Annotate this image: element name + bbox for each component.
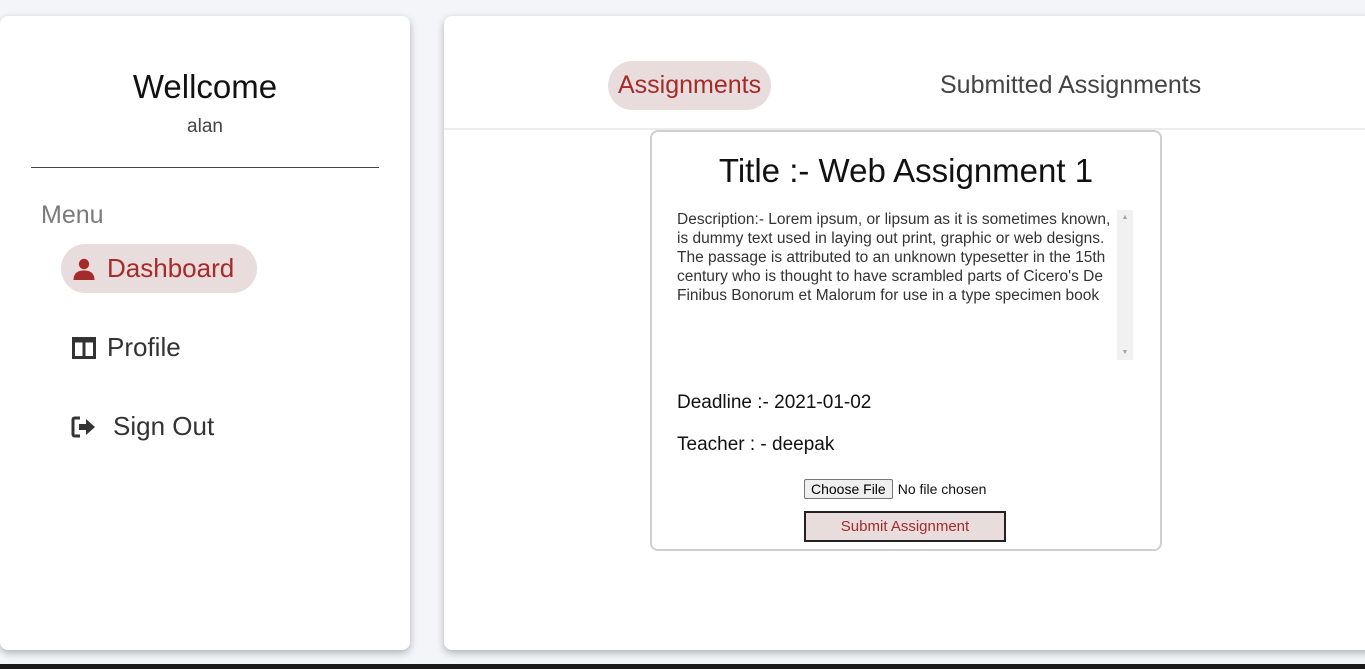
tabs-bar: Assignments Submitted Assignments xyxy=(444,16,1365,130)
bottom-edge-strip xyxy=(0,664,1365,669)
sidebar-divider xyxy=(31,167,379,168)
teacher: Teacher : - deepak xyxy=(677,434,835,455)
menu-label: Menu xyxy=(41,201,104,229)
choose-file-button[interactable]: Choose File xyxy=(804,479,893,499)
columns-icon xyxy=(71,335,97,361)
file-input: Choose File No file chosen xyxy=(804,479,986,499)
description-textarea[interactable]: Description:- Lorem ipsum, or lipsum as … xyxy=(677,210,1133,360)
sidebar-item-profile[interactable]: Profile xyxy=(61,323,181,372)
user-icon xyxy=(71,256,97,282)
welcome-heading: Wellcome xyxy=(132,68,278,105)
deadline: Deadline :- 2021-01-02 xyxy=(677,392,872,413)
sidebar-item-label: Profile xyxy=(107,332,181,362)
assignment-card: Title :- Web Assignment 1 Description:- … xyxy=(650,130,1162,551)
main-panel: Assignments Submitted Assignments Title … xyxy=(444,16,1365,650)
scroll-down-arrow-icon[interactable]: ▼ xyxy=(1117,349,1133,356)
sidebar-item-label: Dashboard xyxy=(107,253,235,283)
sidebar: Wellcome alan Menu Dashboard Profile Sig… xyxy=(0,16,410,650)
submit-assignment-button[interactable]: Submit Assignment xyxy=(804,511,1006,542)
tab-submitted-assignments[interactable]: Submitted Assignments xyxy=(930,61,1211,110)
file-status: No file chosen xyxy=(897,481,987,497)
description-text: Description:- Lorem ipsum, or lipsum as … xyxy=(677,211,1111,304)
tab-assignments[interactable]: Assignments xyxy=(608,61,772,110)
assignment-title: Title :- Web Assignment 1 xyxy=(718,152,1094,189)
username: alan xyxy=(187,116,223,137)
scroll-up-arrow-icon[interactable]: ▲ xyxy=(1117,214,1133,221)
sidebar-item-dashboard[interactable]: Dashboard xyxy=(61,244,258,293)
sidebar-item-label: Sign Out xyxy=(113,411,215,441)
sign-out-icon xyxy=(71,414,97,440)
description-scrollbar[interactable]: ▲ ▼ xyxy=(1117,210,1133,360)
sidebar-item-sign-out[interactable]: Sign Out xyxy=(61,402,214,451)
